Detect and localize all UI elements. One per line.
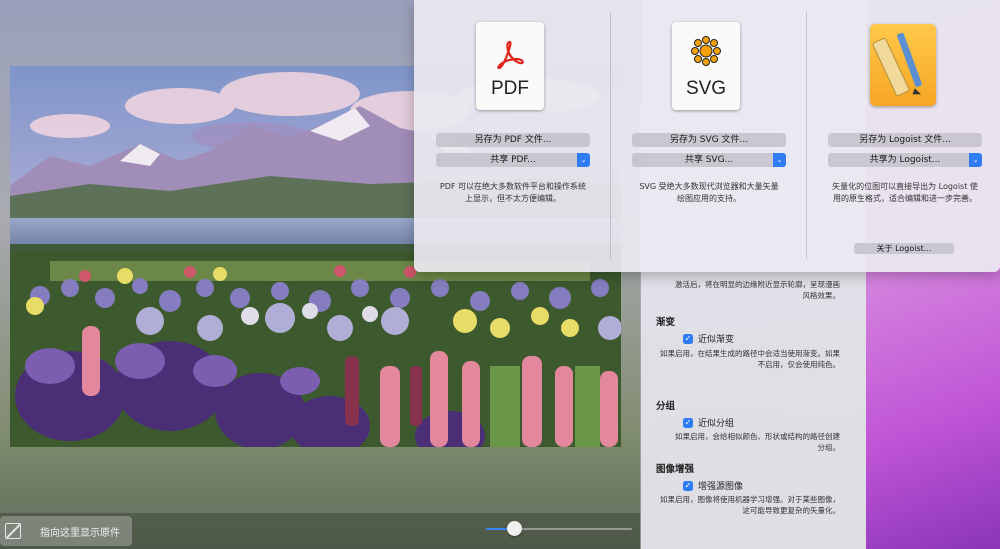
enhance-source-checkbox-row[interactable]: ✓ 增强源图像 <box>683 479 743 492</box>
zoom-slider-thumb[interactable] <box>507 521 522 536</box>
about-logoist-button[interactable]: 关于 Logoist... <box>854 243 954 254</box>
export-svg-column: SVG 另存为 SVG 文件... 共享 SVG... ⌄ SVG 受绝大多数现… <box>610 0 806 272</box>
save-as-svg-button[interactable]: 另存为 SVG 文件... <box>632 133 786 147</box>
export-logoist-column: 另存为 Logoist 文件... 共享为 Logoist... ⌄ 矢量化的位… <box>806 0 1000 272</box>
logoist-file-icon <box>868 22 940 112</box>
logoist-description: 矢量化的位图可以直接导出为 Logoist 使 用的原生格式，适合编辑和进一步完… <box>826 181 984 205</box>
image-enhance-note-line: 如果启用，图像将使用机器学习增强。对于某些图像， <box>660 495 840 504</box>
pdf-description-line: PDF 可以在绝大多数软件平台和操作系统 <box>439 182 587 191</box>
share-logoist-button[interactable]: 共享为 Logoist... ⌄ <box>828 153 982 167</box>
gradient-note-line: 如果启用，在结果生成的路径中会适当使用渐变。如果 <box>660 349 840 358</box>
svg-ext-label: SVG <box>685 78 727 99</box>
pdf-description: PDF 可以在绝大多数软件平台和操作系统 上显示，但不太方便编辑。 <box>434 181 592 205</box>
svg-description: SVG 受绝大多数现代浏览器和大量矢量 绘图应用的支持。 <box>630 181 788 205</box>
pdf-file-icon: PDF <box>476 22 548 112</box>
approximate-gradient-checkbox-row[interactable]: ✓ 近似渐变 <box>683 332 734 345</box>
image-enhance-note-line: 这可能导致更复杂的矢量化。 <box>742 506 841 515</box>
show-original-label: 指向这里显示原件 <box>40 527 120 539</box>
share-svg-button[interactable]: 共享 SVG... ⌄ <box>632 153 786 167</box>
svg-logo-icon <box>691 36 721 66</box>
share-pdf-button[interactable]: 共享 PDF... ⌄ <box>436 153 590 167</box>
pdf-ext-label: PDF <box>491 78 529 99</box>
gradient-note-line: 不启用，仅会使用纯色。 <box>757 360 841 369</box>
gradient-section-title: 渐变 <box>656 317 676 328</box>
save-as-pdf-button[interactable]: 另存为 PDF 文件... <box>436 133 590 147</box>
group-note: 如果启用，会给相似颜色、形状或结构的路径创建 分组。 <box>675 431 840 453</box>
svg-description-line: 绘图应用的支持。 <box>677 194 741 203</box>
approximate-group-label: 近似分组 <box>698 419 735 429</box>
logoist-description-line: 用的原生格式，适合编辑和进一步完善。 <box>833 194 977 203</box>
svg-file-icon: SVG <box>672 22 744 112</box>
acrobat-logo-icon <box>497 40 524 70</box>
logoist-description-line: 矢量化的位图可以直接导出为 Logoist 使 <box>832 182 978 191</box>
enhance-source-label: 增强源图像 <box>698 482 744 492</box>
edge-outline-note-line: 风格效果。 <box>802 291 841 300</box>
share-pdf-label: 共享 PDF... <box>490 155 536 165</box>
show-original-button[interactable]: 指向这里显示原件 <box>0 516 132 546</box>
edge-outline-note-line: 激活后，将在明显的边缘附近显示轮廓，呈现漫画 <box>675 280 840 289</box>
compare-original-icon <box>5 523 21 539</box>
group-section-title: 分组 <box>656 401 676 412</box>
group-note-line: 如果启用，会给相似颜色、形状或结构的路径创建 <box>675 432 840 441</box>
image-enhance-section-title: 图像增强 <box>656 464 695 475</box>
approximate-gradient-checkbox[interactable]: ✓ <box>683 333 693 344</box>
approximate-group-checkbox-row[interactable]: ✓ 近似分组 <box>683 416 734 429</box>
share-svg-label: 共享 SVG... <box>684 155 734 165</box>
image-enhance-note: 如果启用，图像将使用机器学习增强。对于某些图像， 这可能导致更复杂的矢量化。 <box>660 494 840 516</box>
group-note-line: 分组。 <box>817 443 841 452</box>
share-logoist-chevron-icon[interactable]: ⌄ <box>969 153 982 167</box>
gradient-note: 如果启用，在结果生成的路径中会适当使用渐变。如果 不启用，仅会使用纯色。 <box>660 348 840 370</box>
enhance-source-checkbox[interactable]: ✓ <box>683 480 693 491</box>
zoom-slider[interactable] <box>486 521 632 536</box>
svg-description-line: SVG 受绝大多数现代浏览器和大量矢量 <box>639 182 779 191</box>
approximate-group-checkbox[interactable]: ✓ <box>683 417 693 428</box>
share-pdf-chevron-icon[interactable]: ⌄ <box>577 153 590 167</box>
edge-outline-note: 激活后，将在明显的边缘附近显示轮廓，呈现漫画 风格效果。 <box>675 279 840 301</box>
export-popover: PDF 另存为 PDF 文件... 共享 PDF... ⌄ PDF 可以在绝大多… <box>414 0 1000 272</box>
export-pdf-column: PDF 另存为 PDF 文件... 共享 PDF... ⌄ PDF 可以在绝大多… <box>414 0 610 272</box>
ruler-and-pencil-icon <box>872 32 922 97</box>
share-logoist-label: 共享为 Logoist... <box>869 155 941 165</box>
save-as-logoist-button[interactable]: 另存为 Logoist 文件... <box>828 133 982 147</box>
approximate-gradient-label: 近似渐变 <box>698 335 735 345</box>
logoist-app-icon <box>870 24 936 106</box>
share-svg-chevron-icon[interactable]: ⌄ <box>773 153 786 167</box>
pdf-description-line: 上显示，但不太方便编辑。 <box>465 194 561 203</box>
